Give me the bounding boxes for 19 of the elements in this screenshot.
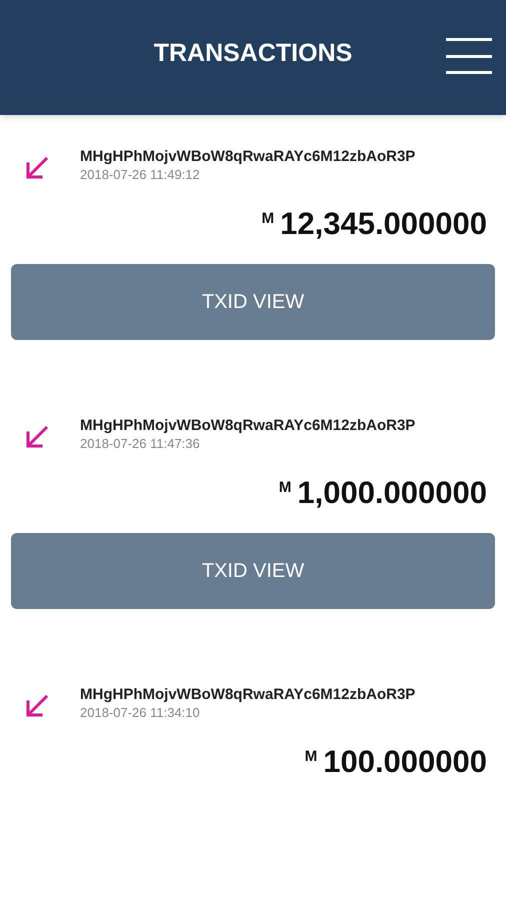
currency-symbol: M bbox=[278, 478, 292, 498]
transaction-time: 2018-07-26 11:34:10 bbox=[80, 704, 201, 722]
transaction-time: 2018-07-26 11:47:36 bbox=[80, 435, 201, 453]
page-title: TRANSACTIONS bbox=[154, 38, 352, 69]
wallet-address: MHgHPhMojvWBoW8qRwaRAYc6M12zbAoR3P bbox=[80, 685, 416, 704]
currency-symbol: M bbox=[304, 747, 318, 767]
currency-symbol: M bbox=[262, 209, 274, 229]
wallet-address: MHgHPhMojvWBoW8qRwaRAYc6M12zbAoR3P bbox=[80, 147, 416, 166]
down-left-arrow-icon bbox=[24, 424, 50, 450]
wallet-address: MHgHPhMojvWBoW8qRwaRAYc6M12zbAoR3P bbox=[80, 416, 416, 435]
menu-icon[interactable] bbox=[446, 38, 492, 74]
transaction-time: 2018-07-26 11:49:12 bbox=[80, 166, 201, 184]
down-left-arrow-icon bbox=[24, 693, 50, 719]
txid-view-button[interactable]: TXID VIEW bbox=[11, 264, 495, 340]
transaction-amount: 12,345.000000 bbox=[280, 206, 487, 242]
transaction-amount: 100.000000 bbox=[323, 744, 487, 780]
down-left-arrow-icon bbox=[24, 155, 50, 181]
txid-view-button[interactable]: TXID VIEW bbox=[11, 533, 495, 609]
transaction-amount: 1,000.000000 bbox=[297, 475, 487, 511]
